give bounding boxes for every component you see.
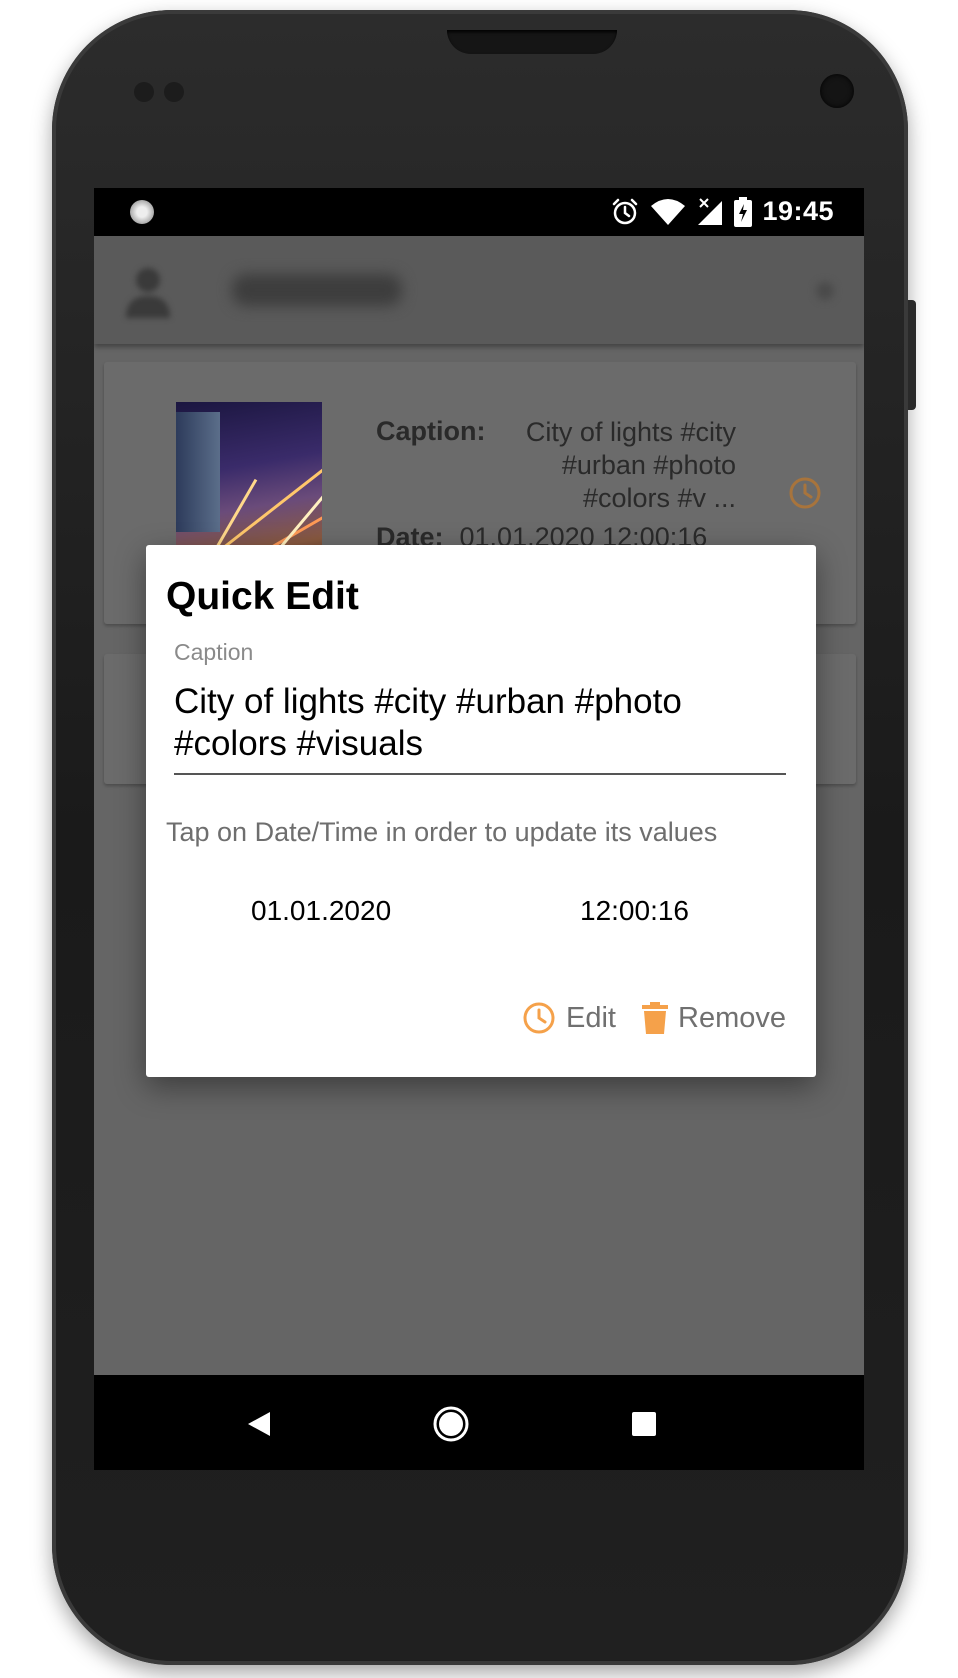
quick-edit-dialog: Quick Edit Caption City of lights #city … [146,545,816,1077]
back-button[interactable] [234,1399,284,1449]
clock-icon[interactable] [788,476,822,510]
power-button [908,300,916,410]
date-picker-value[interactable]: 01.01.2020 [251,895,391,927]
caption-preview: City of lights #city #urban #photo #colo… [525,417,736,513]
recents-icon [632,1412,656,1436]
navigation-bar [94,1375,864,1470]
remove-label: Remove [678,1001,786,1034]
trash-icon [642,1002,668,1034]
home-button[interactable] [426,1399,476,1449]
time-picker-value[interactable]: 12:00:16 [580,895,689,927]
app-bar [94,236,864,344]
dialog-actions: Edit Remove [522,1001,786,1035]
proximity-sensor [134,82,154,102]
front-camera [820,74,854,108]
user-icon[interactable] [124,266,172,318]
back-icon [248,1412,270,1436]
edit-button[interactable]: Edit [522,1001,616,1035]
battery-icon [734,196,753,227]
remove-button[interactable]: Remove [642,1002,786,1035]
caption-input[interactable]: City of lights #city #urban #photo #colo… [174,681,786,775]
earpiece-speaker [447,30,617,54]
username-label [232,274,402,306]
more-options-icon[interactable] [816,282,834,300]
alarm-icon [613,198,638,224]
light-sensor [164,82,184,102]
signal-icon [698,197,723,225]
dialog-title: Quick Edit [166,575,359,618]
status-bar: 19:45 [94,188,864,236]
caption-field-label: Caption [174,639,254,665]
edit-label: Edit [566,1001,616,1034]
notification-icon [130,200,154,224]
wifi-icon [651,198,686,225]
recents-button[interactable] [619,1399,669,1449]
status-time: 19:45 [762,196,834,226]
clock-icon [523,1002,555,1034]
caption-label: Caption: [376,416,486,446]
date-time-hint: Tap on Date/Time in order to update its … [166,817,718,847]
home-icon [433,1406,469,1442]
status-icons: 19:45 [610,196,834,227]
